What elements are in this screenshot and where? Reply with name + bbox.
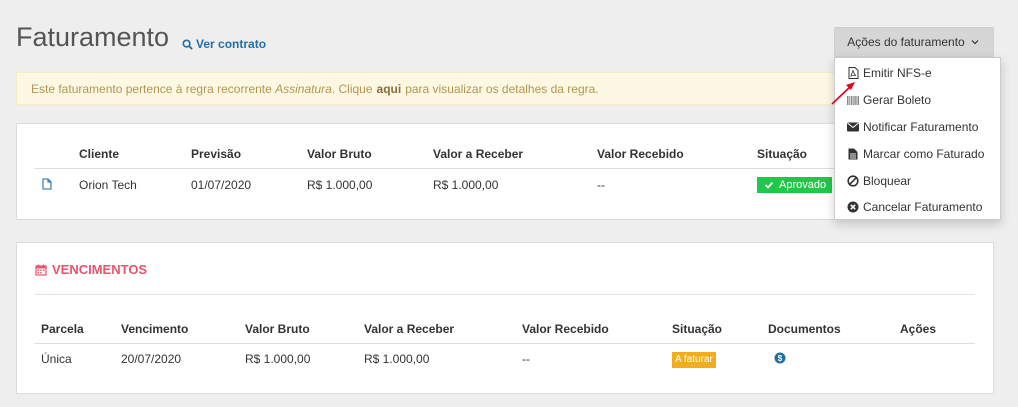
cell-valor-a-receber: R$ 1.000,00 [364,352,430,367]
cell-valor-a-receber: R$ 1.000,00 [433,178,499,193]
vencimentos-panel: VENCIMENTOS Parcela Vencimento Valor Bru… [16,242,994,394]
svg-text:$: $ [778,354,783,363]
menu-item-cancelar-faturamento[interactable]: Cancelar Faturamento [835,194,1000,221]
header-valor-recebido: Valor Recebido [597,146,684,161]
cell-acoes [900,343,975,375]
check-icon [763,179,775,191]
alert-rule-link[interactable]: aqui [377,82,402,96]
menu-item-label: Emitir NFS-e [863,66,932,81]
cell-previsao: 01/07/2020 [191,178,252,193]
header-documentos: Documentos [768,321,841,336]
menu-item-label: Bloquear [863,173,912,188]
menu-item-gerar-boleto[interactable]: Gerar Boleto [835,87,1000,114]
envelope-icon [847,121,859,133]
status-badge: Aprovado [757,177,833,194]
billing-actions-menu: Emitir NFS-e Gerar Boleto Notificar Fatu… [834,57,1001,220]
menu-item-label: Gerar Boleto [863,93,932,108]
view-contract-label: Ver contrato [196,37,267,51]
cell-vencimento: 20/07/2020 [121,352,182,367]
alert-middle: . Clique [331,81,373,96]
section-divider [35,294,975,295]
menu-item-label: Notificar Faturamento [863,119,979,134]
menu-item-label: Cancelar Faturamento [863,200,983,215]
cell-parcela: Única [41,352,72,367]
page-title: Faturamento [16,22,170,52]
boleto-document-icon[interactable]: $ [774,352,786,364]
status-badge-label: Aprovado [779,179,827,192]
header-valor-recebido: Valor Recebido [522,321,609,336]
header-situacao: Situação [757,146,808,161]
header-previsao: Previsão [191,146,242,161]
menu-item-notificar-faturamento[interactable]: Notificar Faturamento [835,114,1000,141]
billing-actions-label: Ações do faturamento [847,35,965,49]
cell-valor-recebido: -- [522,352,530,367]
header-acoes: Ações [900,321,937,336]
billing-header-row: Cliente Previsão Valor Bruto Valor a Rec… [35,140,839,168]
section-title: VENCIMENTOS [35,262,147,277]
alert-suffix: para visualizar os detalhes da regra. [405,81,599,96]
menu-item-marcar-faturado[interactable]: Marcar como Faturado [835,140,1000,167]
header-icon-spacer [35,140,79,168]
menu-item-label: Marcar como Faturado [863,146,985,161]
menu-item-bloquear[interactable]: Bloquear [835,167,1000,194]
header-parcela: Parcela [41,321,84,336]
table-row: Única 20/07/2020 R$ 1.000,00 R$ 1.000,00… [35,343,975,375]
header-valor-bruto: Valor Bruto [307,146,372,161]
cell-valor-recebido: -- [597,178,605,193]
document-icon [847,148,859,160]
billing-actions-button[interactable]: Ações do faturamento [834,27,994,57]
alert-prefix: Este faturamento pertence à regra recorr… [31,81,272,96]
vencimentos-header-row: Parcela Vencimento Valor Bruto Valor a R… [35,315,975,343]
search-icon [181,38,193,50]
header-cliente: Cliente [79,146,120,161]
barcode-icon [847,94,859,106]
chevron-down-icon [969,36,981,48]
header-valor-a-receber: Valor a Receber [364,321,455,336]
header-valor-bruto: Valor Bruto [245,321,310,336]
pdf-file-icon [847,67,859,80]
header-valor-a-receber: Valor a Receber [433,146,524,161]
header-situacao: Situação [672,321,723,336]
calendar-icon [35,264,47,276]
billing-table: Cliente Previsão Valor Bruto Valor a Rec… [35,140,839,202]
cell-valor-bruto: R$ 1.000,00 [307,178,373,193]
menu-item-emitir-nfse[interactable]: Emitir NFS-e [835,60,1000,87]
table-row: Orion Tech 01/07/2020 R$ 1.000,00 R$ 1.0… [35,168,839,202]
vencimentos-table: Parcela Vencimento Valor Bruto Valor a R… [35,315,975,375]
cell-valor-bruto: R$ 1.000,00 [245,352,311,367]
cancel-circle-icon [847,201,859,213]
view-contract-link[interactable]: Ver contrato [181,37,266,51]
cell-cliente: Orion Tech [79,178,137,193]
status-badge: A faturar [672,351,716,368]
document-icon[interactable] [41,178,53,190]
header-vencimento: Vencimento [121,321,189,336]
alert-rule-name: Assinatura [275,81,332,96]
block-icon [847,174,859,187]
section-title-label: VENCIMENTOS [52,262,148,277]
